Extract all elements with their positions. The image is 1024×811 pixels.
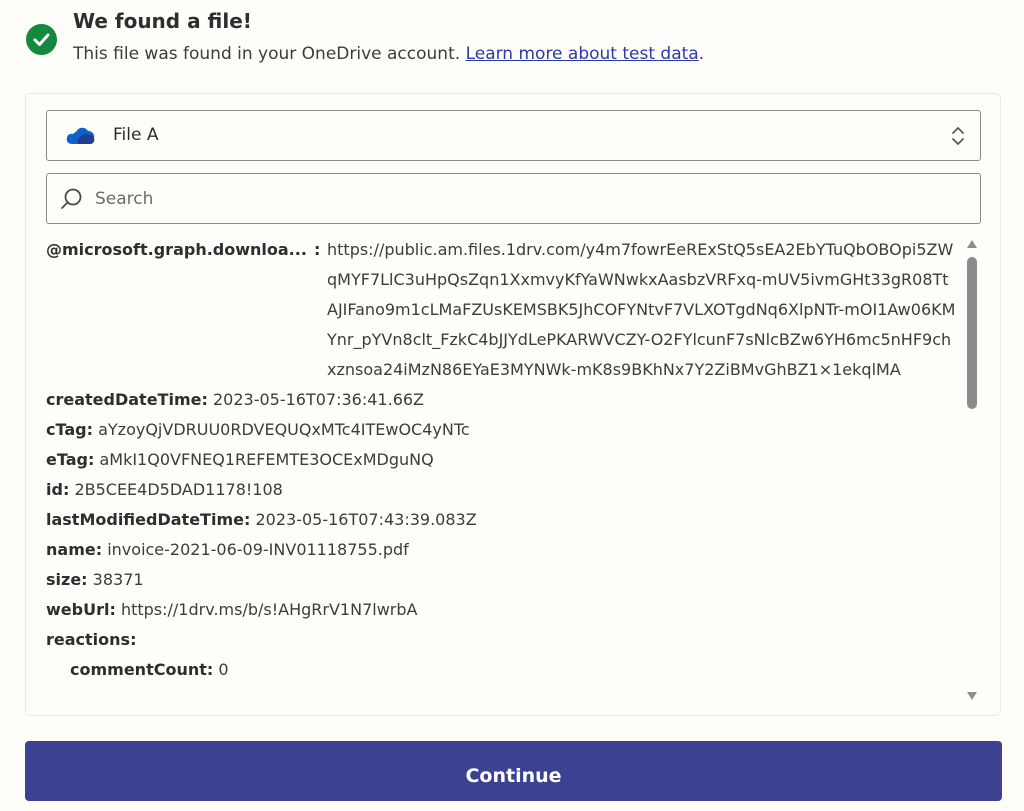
field-row: cTag: aYzoyQjVDRUU0RDVEQUQxMTc4ITEwOC4yN… bbox=[46, 415, 961, 445]
field-key: size bbox=[46, 570, 81, 589]
search-input[interactable] bbox=[93, 182, 957, 216]
scroll-thumb[interactable] bbox=[967, 257, 977, 409]
field-value: https://public.am.files.1drv.com/y4m7fow… bbox=[327, 235, 959, 385]
field-list: @microsoft.graph.downloa...: https://pub… bbox=[46, 235, 961, 705]
field-value: 0 bbox=[218, 660, 228, 679]
continue-button[interactable]: Continue bbox=[25, 741, 1002, 801]
scrollbar[interactable] bbox=[964, 235, 980, 705]
field-row: size: 38371 bbox=[46, 565, 961, 595]
field-key: commentCount bbox=[70, 660, 207, 679]
field-key: lastModifiedDateTime bbox=[46, 510, 244, 529]
field-row: reactions: bbox=[46, 625, 961, 655]
banner-description-text: This file was found in your OneDrive acc… bbox=[73, 44, 466, 64]
search-box bbox=[46, 173, 981, 224]
file-select[interactable]: File A bbox=[46, 110, 981, 161]
banner-description-end: . bbox=[699, 44, 704, 64]
field-value: 2B5CEE4D5DAD1178!108 bbox=[74, 480, 282, 499]
field-key: @microsoft.graph.downloa... bbox=[46, 235, 314, 265]
scroll-down-arrow-icon[interactable] bbox=[967, 692, 977, 700]
field-value: aMkI1Q0VFNEQ1REFEMTE3OCExMDguNQ bbox=[99, 450, 433, 469]
onedrive-icon bbox=[64, 126, 96, 146]
success-banner: We found a file! This file was found in … bbox=[26, 6, 1006, 76]
field-row: lastModifiedDateTime: 2023-05-16T07:43:3… bbox=[46, 505, 961, 535]
field-row: webUrl: https://1drv.ms/b/s!AHgRrV1N7lwr… bbox=[46, 595, 961, 625]
field-key: createdDateTime bbox=[46, 390, 201, 409]
field-row: @microsoft.graph.downloa...: https://pub… bbox=[46, 235, 961, 385]
field-key: webUrl bbox=[46, 600, 109, 619]
banner-title: We found a file! bbox=[73, 9, 252, 33]
field-row: eTag: aMkI1Q0VFNEQ1REFEMTE3OCExMDguNQ bbox=[46, 445, 961, 475]
field-value: 38371 bbox=[93, 570, 144, 589]
field-key: id bbox=[46, 480, 63, 499]
search-icon bbox=[59, 186, 85, 212]
scroll-up-arrow-icon[interactable] bbox=[967, 240, 977, 248]
field-row: name: invoice-2021-06-09-INV01118755.pdf bbox=[46, 535, 961, 565]
check-circle-icon bbox=[26, 24, 57, 55]
field-row: commentCount: 0 bbox=[46, 655, 961, 685]
test-data-card: File A @microsoft.graph.downloa...: http… bbox=[25, 93, 1001, 716]
chevron-up-down-icon bbox=[951, 125, 965, 147]
banner-description: This file was found in your OneDrive acc… bbox=[73, 44, 704, 64]
field-key: cTag bbox=[46, 420, 87, 439]
field-key: name bbox=[46, 540, 96, 559]
file-select-label: File A bbox=[113, 125, 158, 145]
field-value: https://1drv.ms/b/s!AHgRrV1N7lwrbA bbox=[121, 600, 418, 619]
field-value: 2023-05-16T07:43:39.083Z bbox=[255, 510, 476, 529]
field-value: 2023-05-16T07:36:41.66Z bbox=[213, 390, 424, 409]
field-row: id: 2B5CEE4D5DAD1178!108 bbox=[46, 475, 961, 505]
field-separator: : bbox=[314, 235, 320, 265]
field-key: reactions bbox=[46, 630, 130, 649]
field-row: createdDateTime: 2023-05-16T07:36:41.66Z bbox=[46, 385, 961, 415]
field-value: invoice-2021-06-09-INV01118755.pdf bbox=[107, 540, 409, 559]
field-value: aYzoyQjVDRUU0RDVEQUQxMTc4ITEwOC4yNTc bbox=[98, 420, 470, 439]
field-key: eTag bbox=[46, 450, 88, 469]
learn-more-link[interactable]: Learn more about test data bbox=[466, 44, 699, 64]
